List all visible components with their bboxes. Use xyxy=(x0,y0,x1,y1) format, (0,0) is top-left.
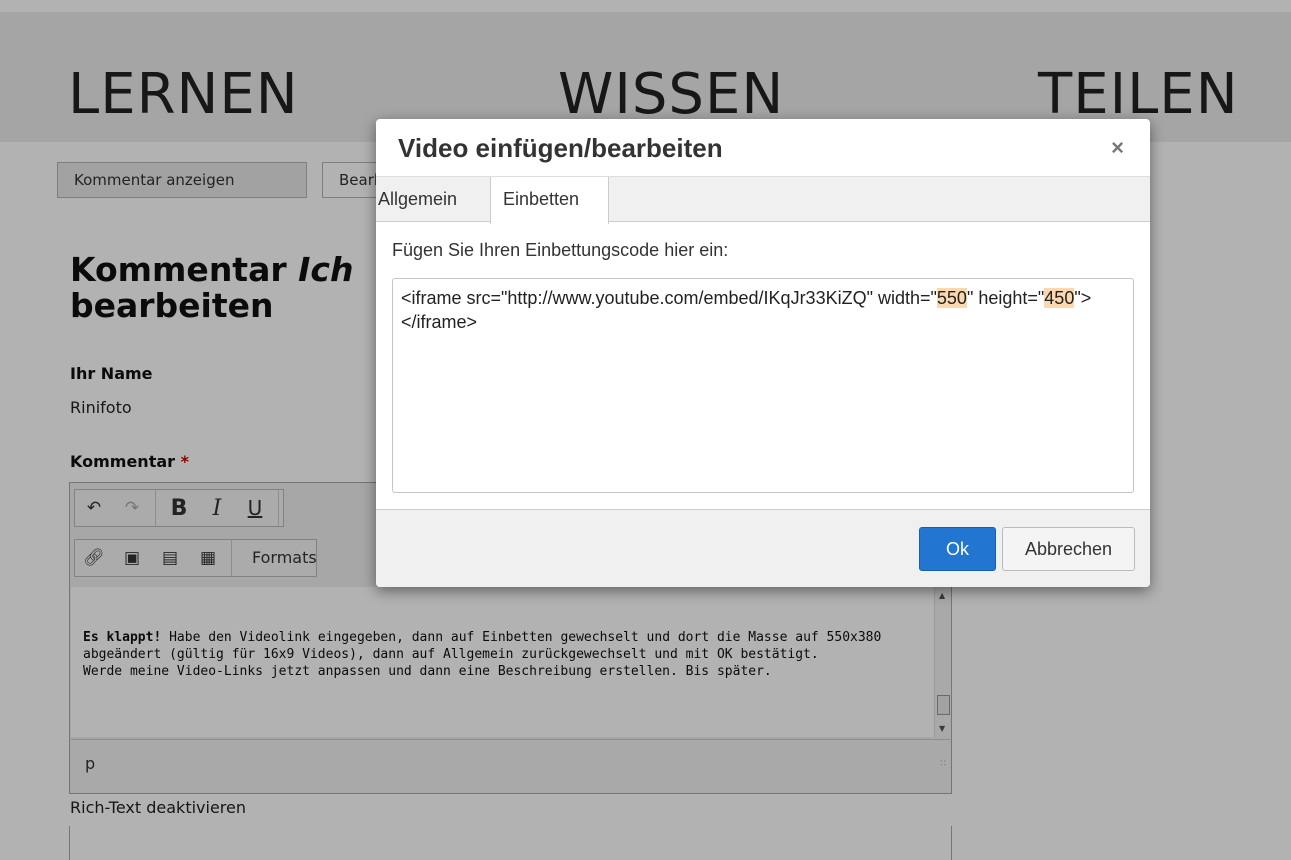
cancel-button[interactable]: Abbrechen xyxy=(1002,527,1135,571)
dialog-tabs: Allgemein Einbetten xyxy=(376,176,1150,224)
code-height-value: 450 xyxy=(1044,288,1075,308)
dialog-title: Video einfügen/bearbeiten xyxy=(398,133,723,163)
tab-allgemein[interactable]: Allgemein xyxy=(376,177,490,223)
video-dialog: Video einfügen/bearbeiten × Allgemein Ei… xyxy=(376,119,1150,587)
embed-code-label: Fügen Sie Ihren Einbettungscode hier ein… xyxy=(392,240,729,260)
embed-code-textarea[interactable]: <iframe src="http://www.youtube.com/embe… xyxy=(392,278,1134,493)
dialog-header: Video einfügen/bearbeiten × xyxy=(376,119,1150,176)
code-part-1: <iframe src="http://www.youtube.com/embe… xyxy=(401,288,937,308)
ok-button[interactable]: Ok xyxy=(919,527,996,571)
code-width-value: 550 xyxy=(936,288,967,308)
dialog-footer: Ok Abbrechen xyxy=(376,509,1150,587)
code-part-2: " height=" xyxy=(966,288,1045,308)
close-icon[interactable]: × xyxy=(1111,135,1124,161)
tab-einbetten[interactable]: Einbetten xyxy=(490,177,609,224)
